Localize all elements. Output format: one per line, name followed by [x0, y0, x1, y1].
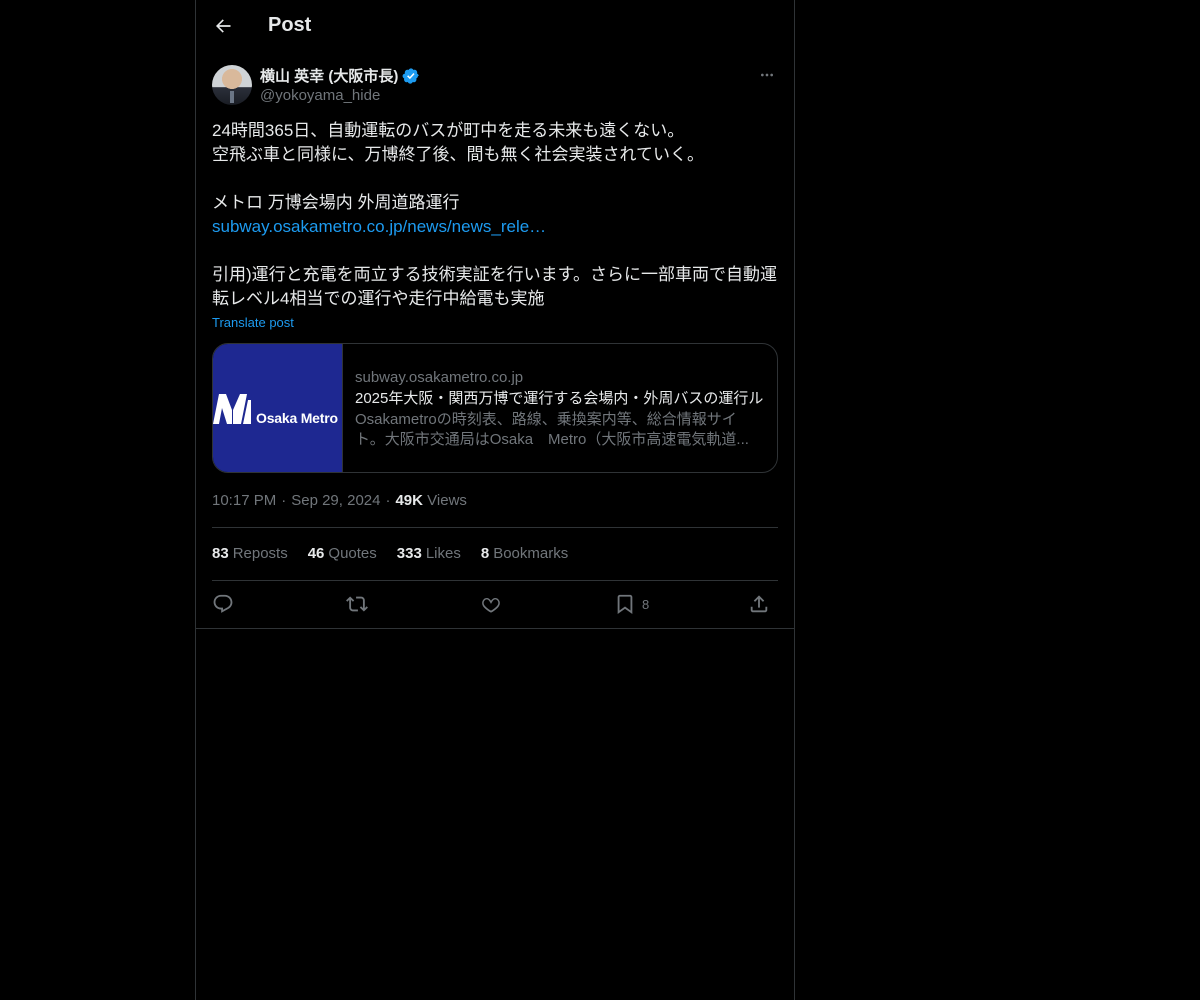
- post-quote-line: 転レベル4相当での運行や走行中給電も実施: [212, 289, 545, 308]
- card-logo-text: Osaka Metro: [256, 410, 338, 426]
- verified-badge-icon[interactable]: [402, 67, 420, 85]
- action-bar: 8: [212, 590, 778, 620]
- post-text-line: [212, 167, 782, 191]
- reposts-label: Reposts: [232, 545, 288, 562]
- post-text: 24時間365日、自動運転のバスが町中を走る未来も遠くない。 空飛ぶ車と同様に、…: [212, 119, 782, 311]
- bookmark-icon: [617, 594, 633, 615]
- post-meta: 10:17 PM · Sep 29, 2024 · 49K Views: [212, 492, 467, 509]
- arrow-left-icon: [216, 19, 231, 33]
- quotes-count: 46: [307, 545, 325, 562]
- post-text-spacer: [212, 239, 782, 263]
- share-icon: [750, 595, 768, 613]
- reply-icon: [213, 594, 233, 613]
- back-button[interactable]: [206, 9, 240, 43]
- meta-separator: ·: [281, 492, 287, 509]
- divider: [212, 527, 778, 528]
- post-stats: 83 Reposts 46 Quotes 333 Likes 8 Bookmarks: [212, 545, 568, 562]
- share-button[interactable]: [748, 590, 770, 618]
- bookmarks-stat[interactable]: 8 Bookmarks: [481, 545, 568, 562]
- post-text-line: メトロ 万博会場内 外周道路運行: [212, 193, 460, 212]
- more-options-button[interactable]: [756, 64, 778, 86]
- reposts-stat[interactable]: 83 Reposts: [212, 545, 288, 562]
- link-preview-card[interactable]: Osaka Metro subway.osakametro.co.jp 2025…: [212, 343, 778, 473]
- heart-icon: [482, 598, 500, 613]
- card-title: 2025年大阪・関西万博で運行する会場内・外周バスの運行ル: [355, 390, 764, 407]
- avatar[interactable]: [212, 65, 252, 105]
- reposts-count: 83: [212, 545, 229, 562]
- repost-icon: [346, 596, 368, 612]
- post-header: Post: [196, 0, 794, 53]
- divider: [196, 628, 794, 629]
- quotes-stat[interactable]: 46 Quotes: [308, 545, 377, 562]
- post-column: Post 横山 英幸 (大阪市長) @yokoyama_hide 24時間365…: [195, 0, 795, 1000]
- post-text-line: 空飛ぶ車と同様に、万博終了後、間も無く社会実装されていく。: [212, 145, 704, 164]
- views-count: 49K: [395, 492, 423, 509]
- author-name[interactable]: 横山 英幸 (大阪市長): [260, 65, 398, 86]
- post-author: 横山 英幸 (大阪市長) @yokoyama_hide: [212, 64, 778, 108]
- author-handle[interactable]: @yokoyama_hide: [260, 87, 380, 104]
- more-horizontal-icon: [761, 73, 773, 77]
- post-date[interactable]: Sep 29, 2024: [291, 492, 380, 509]
- likes-label: Likes: [425, 545, 461, 562]
- bookmarks-label: Bookmarks: [493, 545, 569, 562]
- likes-count: 333: [396, 545, 422, 562]
- page-title: Post: [268, 14, 312, 36]
- bookmark-button[interactable]: 8: [614, 590, 649, 618]
- reply-button[interactable]: [212, 590, 234, 618]
- quotes-label: Quotes: [328, 545, 377, 562]
- card-body: subway.osakametro.co.jp 2025年大阪・関西万博で運行す…: [355, 368, 767, 450]
- meta-separator: ·: [385, 492, 391, 509]
- bookmark-count: 8: [642, 596, 650, 612]
- osaka-metro-logo-icon: [213, 394, 251, 424]
- likes-stat[interactable]: 333 Likes: [397, 545, 461, 562]
- bookmarks-count: 8: [480, 545, 490, 562]
- repost-button[interactable]: [346, 590, 368, 618]
- views-label: Views: [427, 492, 467, 509]
- card-domain: subway.osakametro.co.jp: [355, 369, 524, 386]
- post-time[interactable]: 10:17 PM: [212, 492, 276, 509]
- author-name-row[interactable]: 横山 英幸 (大阪市長): [260, 65, 420, 86]
- post-quote-line: 引用)運行と充電を両立する技術実証を行います。さらに一部車両で自動運: [212, 265, 777, 284]
- post-text-line: 24時間365日、自動運転のバスが町中を走る未来も遠くない。: [212, 121, 685, 140]
- card-thumbnail: Osaka Metro: [213, 344, 343, 472]
- translate-post-link[interactable]: Translate post: [212, 315, 294, 330]
- views: 49K Views: [395, 492, 466, 509]
- card-description: Osakametroの時刻表、路線、乗換案内等、総合情報サイト。大阪市交通局はO…: [355, 411, 749, 448]
- like-button[interactable]: [480, 590, 502, 618]
- divider: [212, 580, 778, 581]
- post-link[interactable]: subway.osakametro.co.jp/news/news_rele…: [212, 215, 782, 239]
